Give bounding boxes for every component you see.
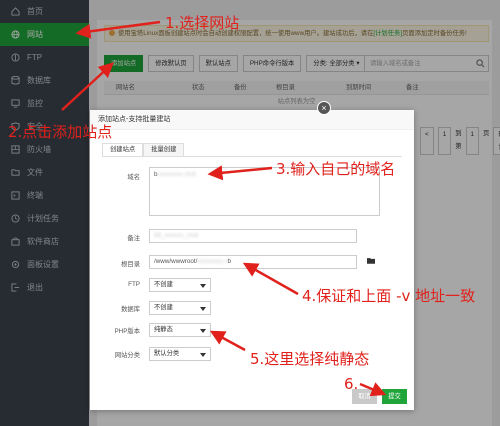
close-icon[interactable]: × <box>317 101 331 115</box>
chevron-down-icon <box>200 284 206 288</box>
domain-label: 域名 <box>127 174 140 181</box>
domain-blurred: xxxxxxxx.club <box>157 171 197 178</box>
ftp-select[interactable]: 不创建 <box>149 278 211 292</box>
php-select[interactable]: 纯静态 <box>149 323 211 337</box>
root-blurred: xxxxxxxx.c <box>197 258 228 265</box>
annotation-4: 4.保证和上面 -v 地址一致 <box>302 287 476 305</box>
chevron-down-icon <box>200 329 206 333</box>
modal-title: 添加站点-支持批量建站 <box>90 110 414 130</box>
annotation-3: 3.输入自己的域名 <box>276 160 396 178</box>
annotation-5: 5.这里选择纯静态 <box>250 350 370 368</box>
annotation-6: 6. <box>344 375 359 393</box>
php-label: PHP版本 <box>114 328 140 335</box>
db-select[interactable]: 不创建 <box>149 301 211 315</box>
modal-tabs: 创建站点 批量创建 <box>102 143 185 157</box>
chevron-down-icon <box>200 353 206 357</box>
php-value: 纯静态 <box>154 326 173 333</box>
tab-divider <box>102 156 402 157</box>
note-label: 备注 <box>127 235 140 242</box>
note-blurred: b8_xxxxxx_club <box>154 232 199 239</box>
ftp-label: FTP <box>128 281 140 288</box>
root-input[interactable]: /www/wwwroot/xxxxxxxx.cb <box>149 255 357 269</box>
annotation-1: 1.选择网站 <box>165 14 240 32</box>
category-value: 默认分类 <box>154 350 180 357</box>
root-label: 根目录 <box>121 261 140 268</box>
db-value: 不创建 <box>154 304 173 311</box>
category-label: 网站分类 <box>114 352 140 359</box>
tab-create-site[interactable]: 创建站点 <box>102 143 144 157</box>
root-value: /www/wwwroot/ <box>154 258 198 265</box>
root-tail: b <box>227 258 231 265</box>
domain-value: b <box>154 171 158 178</box>
annotation-2: 2.点击添加站点 <box>8 123 113 141</box>
category-select-modal[interactable]: 默认分类 <box>149 347 211 361</box>
ftp-value: 不创建 <box>154 281 173 288</box>
folder-icon[interactable] <box>367 257 375 264</box>
db-label: 数据库 <box>121 306 140 313</box>
tab-batch-create[interactable]: 批量创建 <box>143 143 185 157</box>
submit-button[interactable]: 提交 <box>382 389 407 404</box>
chevron-down-icon <box>200 307 206 311</box>
note-input[interactable]: b8_xxxxxx_club <box>149 229 357 243</box>
